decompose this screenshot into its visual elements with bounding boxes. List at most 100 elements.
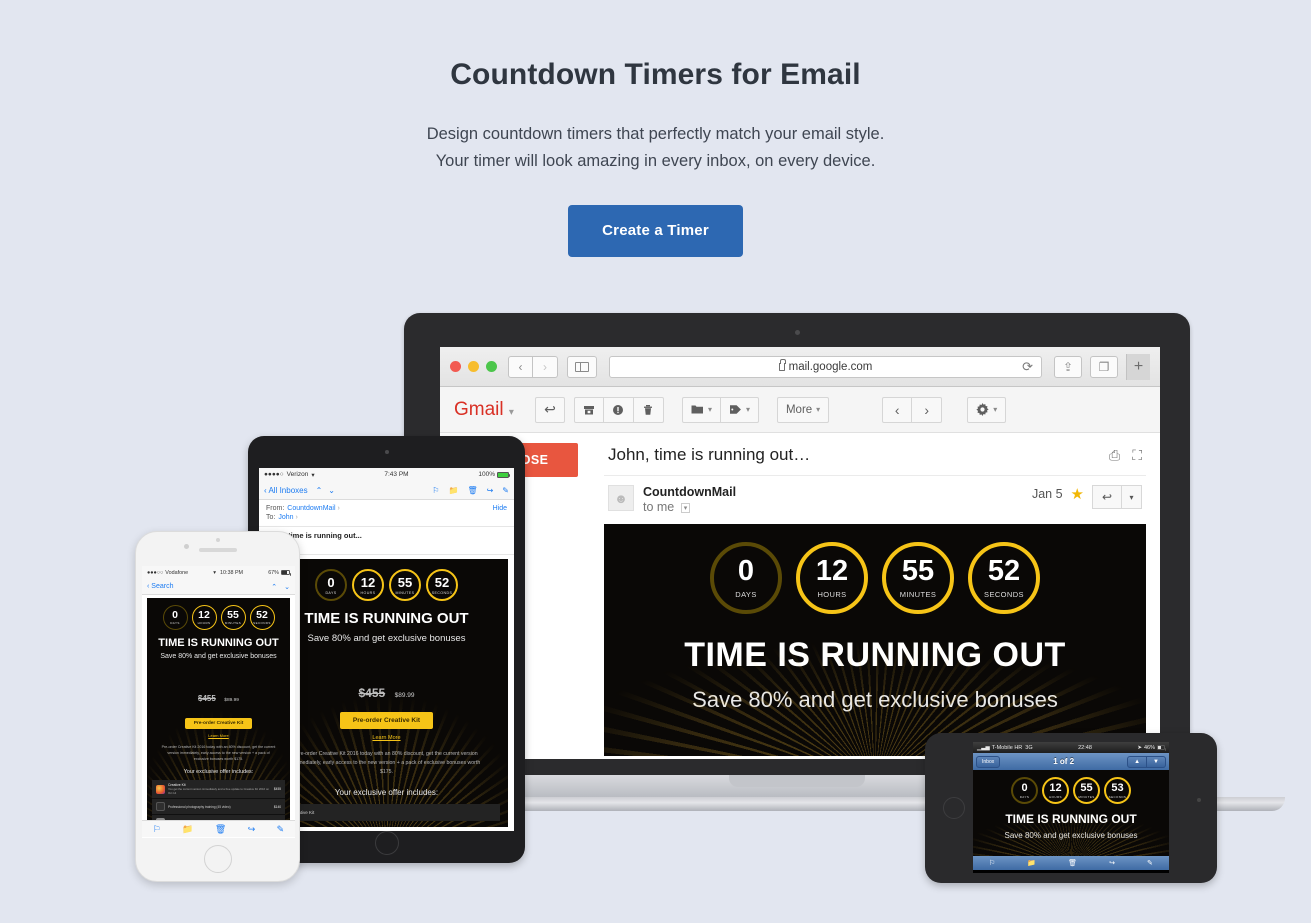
share-button[interactable]: ⇪ (1054, 355, 1082, 378)
timer-hours-ring: 12 HOURS (352, 569, 384, 601)
iphone-back-button[interactable]: ‹ Search (147, 583, 173, 590)
settings-gear-icon[interactable]: ▾ (967, 396, 1007, 423)
timer-seconds-label: SECONDS (984, 590, 1024, 599)
preorder-button[interactable]: Pre-order Creative Kit (339, 712, 434, 729)
flag-icon[interactable]: ⚐ (153, 824, 161, 835)
move-to-folder-icon[interactable]: ▾ (681, 396, 721, 423)
compose-icon[interactable]: ✎ (1147, 859, 1153, 867)
compose-icon[interactable]: ✎ (277, 824, 285, 835)
item-thumbnail (156, 818, 165, 820)
chevron-down-icon[interactable]: ▾ (816, 405, 820, 414)
maximize-icon[interactable] (486, 361, 497, 372)
chevron-down-icon[interactable]: ⌄ (284, 583, 290, 591)
new-tab-button[interactable]: + (1126, 353, 1150, 380)
more-options-button[interactable]: ▾ (1122, 485, 1142, 509)
ipad-subject: John, time is running out... (266, 531, 362, 540)
page-title: Countdown Timers for Email (450, 58, 861, 91)
timer-days-value: 0 (1021, 781, 1028, 794)
ipad-hide-button[interactable]: Hide (493, 505, 507, 512)
inbox-back-button[interactable]: Inbox (976, 755, 1001, 768)
timer-seconds: 52 SECONDS (249, 605, 275, 630)
ipad-home-button[interactable] (374, 831, 399, 855)
folder-icon[interactable]: 📁 (182, 824, 193, 835)
iphone-cta-row: Pre-order Creative Kit (147, 711, 290, 729)
flag-icon[interactable]: ⚐ (432, 486, 439, 495)
timer-hours-label: HOURS (360, 590, 376, 595)
macbook-notch (729, 775, 865, 787)
timer-hours-label: HOURS (1049, 794, 1062, 799)
iphone-carrier: Vodafone (165, 569, 189, 576)
previous-message-button[interactable]: ▲ (1127, 755, 1148, 768)
ipad-from-value[interactable]: CountdownMail (287, 505, 335, 512)
minimize-icon[interactable] (468, 361, 479, 372)
next-email-button[interactable]: › (912, 396, 943, 423)
archive-icon[interactable] (573, 396, 604, 423)
folder-icon[interactable]: 📁 (448, 486, 458, 495)
learn-more-link[interactable]: Learn More (265, 735, 508, 741)
reply-icon[interactable]: ↪ (487, 486, 494, 495)
learn-more-link[interactable]: Learn More (147, 733, 290, 738)
popout-icon[interactable]: ⛶ (1132, 447, 1142, 464)
folder-icon[interactable]: 📁 (1027, 859, 1036, 867)
email-subject-row: John, time is running out… ⎙ ⛶ (604, 433, 1146, 475)
chevron-down-icon[interactable]: ▾ (746, 405, 750, 414)
ipad-camera-icon (384, 450, 389, 454)
star-icon[interactable]: ★ (1071, 485, 1084, 503)
trash-icon[interactable] (633, 396, 664, 423)
timer-minutes: 55 MINUTES (882, 542, 954, 614)
chevron-down-icon[interactable]: ▾ (993, 405, 997, 414)
timer-minutes-label: MINUTES (395, 590, 415, 595)
iphone-includes-list: Creative Kit You get the current version… (152, 780, 285, 820)
legacy-home-button[interactable] (943, 797, 965, 819)
chevron-down-icon[interactable]: ▾ (680, 502, 691, 513)
timer-seconds-ring: 52 SECONDS (249, 605, 275, 630)
show-tabs-button[interactable]: ❐ (1090, 355, 1118, 378)
reply-button[interactable]: ↩ (1092, 485, 1122, 509)
timer-hours-ring: 12 HOURS (191, 605, 217, 630)
chevron-down-icon[interactable]: ▾ (509, 407, 514, 418)
next-message-button[interactable]: ▼ (1147, 755, 1166, 768)
create-timer-button[interactable]: Create a Timer (568, 205, 743, 257)
chevron-up-icon[interactable]: ⌃ (316, 486, 323, 495)
item-thumbnail (156, 784, 165, 794)
timer-minutes: 55 MINUTES (220, 605, 246, 630)
sidebar-toggle-button[interactable] (567, 355, 597, 378)
ipad-to-value[interactable]: John (278, 514, 293, 521)
ipad-email-header: From: CountdownMail › Hide To: John › (259, 500, 514, 527)
more-actions-button[interactable]: More ▾ (776, 396, 830, 423)
compose-icon[interactable]: ✎ (502, 486, 509, 495)
browser-forward-button[interactable]: › (533, 355, 558, 378)
back-to-inbox-button[interactable]: ↩ (534, 396, 565, 423)
recipient-label[interactable]: to me ▾ (643, 500, 736, 514)
ipad-back-button[interactable]: ‹ All Inboxes (264, 486, 308, 495)
reply-icon[interactable]: ↪ (1109, 859, 1115, 867)
chevron-up-icon[interactable]: ⌃ (271, 583, 277, 591)
creative-headline: TIME IS RUNNING OUT (1005, 812, 1137, 826)
spam-icon[interactable] (603, 396, 634, 423)
browser-back-button[interactable]: ‹ (508, 355, 533, 378)
gmail-logo[interactable]: Gmail ▾ (454, 399, 514, 421)
address-bar[interactable]: mail.google.com ⟳ (609, 355, 1042, 378)
labels-icon[interactable]: ▾ (720, 396, 759, 423)
preorder-button[interactable]: Pre-order Creative Kit (184, 718, 253, 729)
iphone-home-button[interactable] (203, 845, 232, 873)
creative-subhead: Save 80% and get exclusive bonuses (307, 633, 466, 644)
print-icon[interactable]: ⎙ (1109, 447, 1120, 464)
close-icon[interactable] (450, 361, 461, 372)
trash-icon[interactable]: 🗑 (1068, 859, 1077, 867)
price-old: $455 (358, 686, 386, 700)
reply-icon[interactable]: ↪ (248, 824, 256, 835)
timer-minutes-label: MINUTES (224, 621, 242, 626)
timer-days-label: DAYS (1019, 794, 1030, 799)
reload-icon[interactable]: ⟳ (1022, 359, 1033, 375)
macbook-screen: ‹ › mail.google.com ⟳ ⇪ ❐ + Gmail ▾ ↩ ▾ … (440, 347, 1160, 759)
flag-icon[interactable]: ⚐ (989, 859, 995, 867)
iphone-screen: ●●●○○ Vodafone ▾ 10:38 PM 67% ‹ Search ⌃… (142, 566, 295, 838)
timer-seconds-ring: 53 SECONDS (1104, 777, 1131, 804)
chevron-down-icon[interactable]: ⌄ (328, 486, 335, 495)
trash-icon[interactable]: 🗑 (467, 486, 477, 495)
previous-email-button[interactable]: ‹ (882, 396, 913, 423)
list-item: 30 original textures & presets $35 (152, 814, 285, 820)
trash-icon[interactable]: 🗑 (215, 824, 226, 835)
chevron-down-icon[interactable]: ▾ (708, 405, 712, 414)
